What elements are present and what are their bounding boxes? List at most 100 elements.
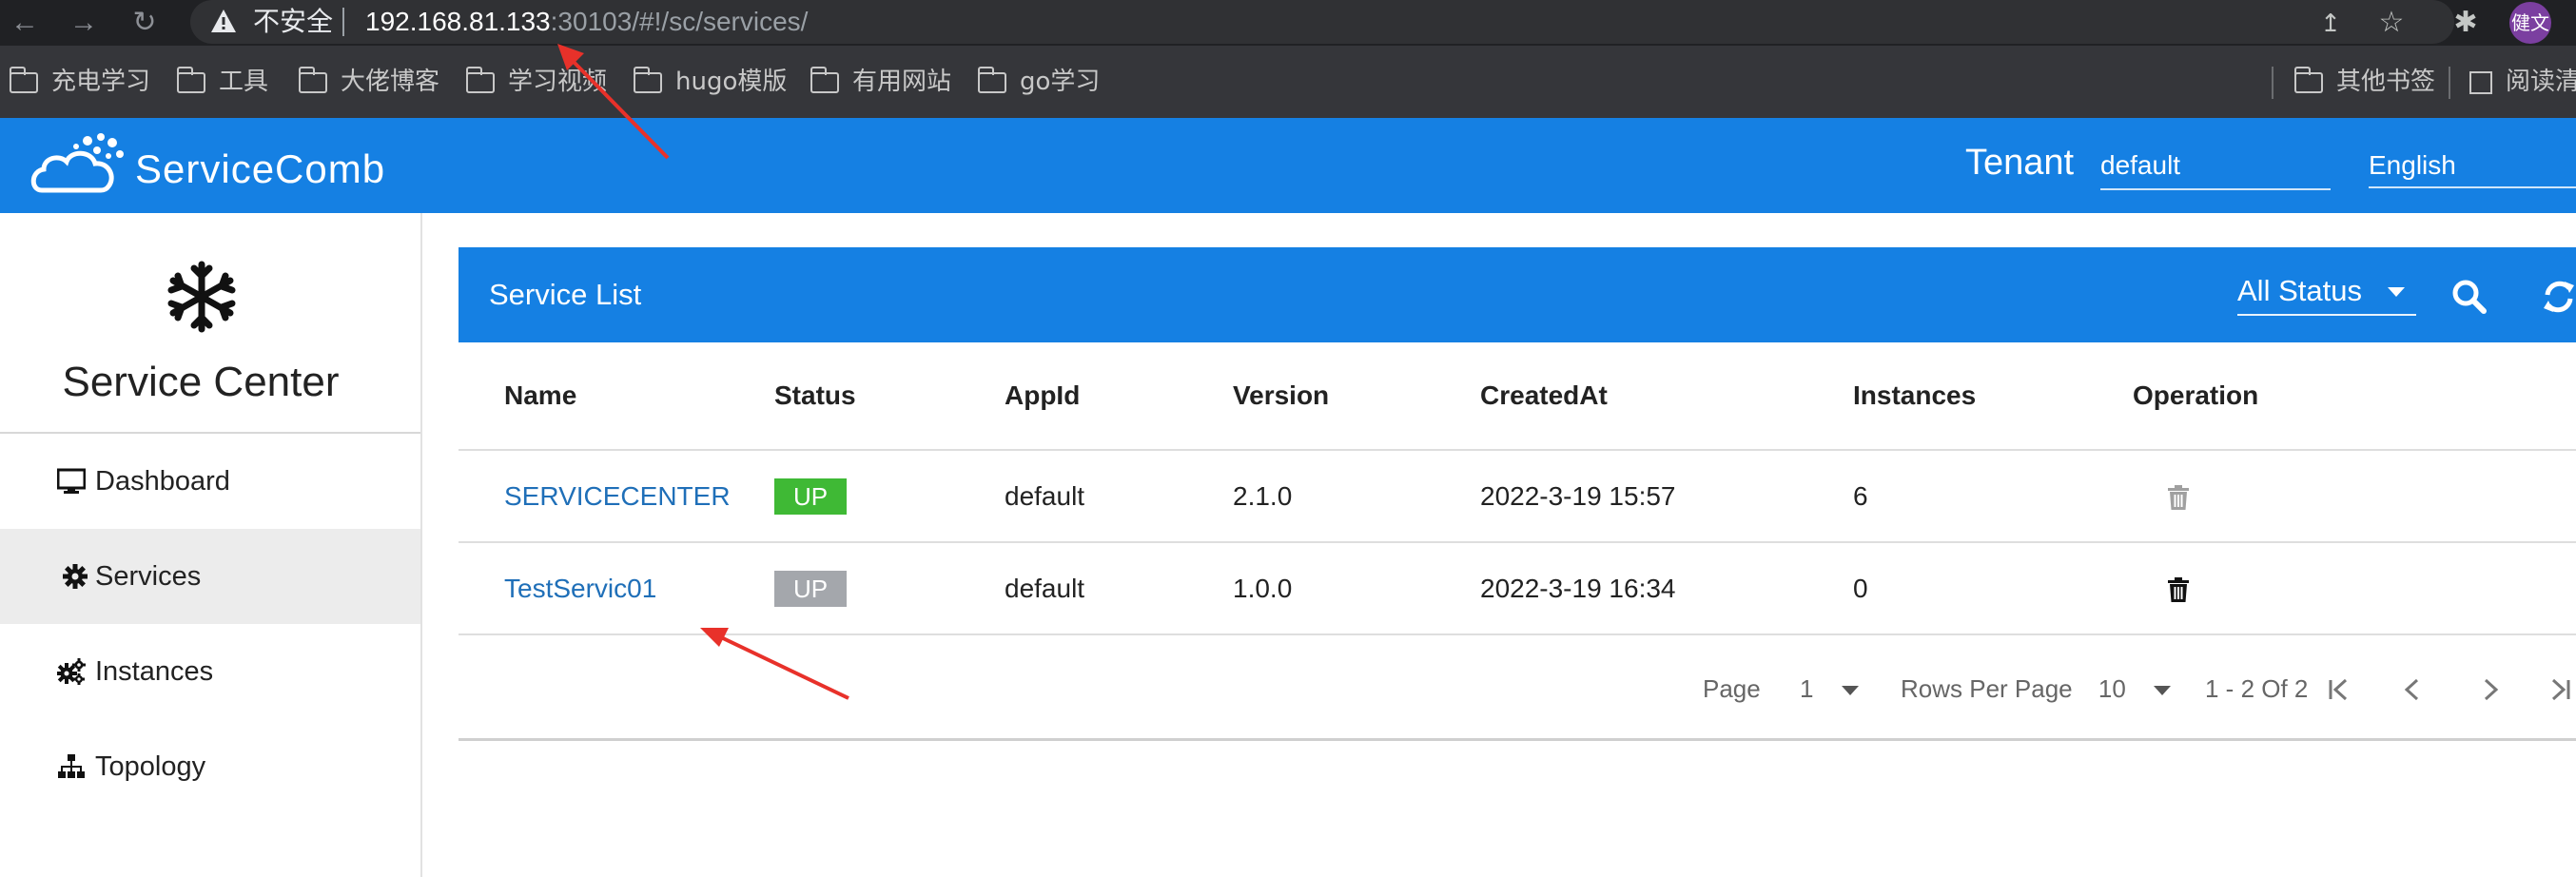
language-select[interactable]: English: [2369, 143, 2576, 188]
bookmark-divider: [2449, 67, 2450, 99]
warning-icon: [211, 10, 236, 32]
sidebar-title: Service Center: [62, 359, 340, 405]
folder-icon: [978, 66, 1006, 93]
bookmark-folder[interactable]: 学习视频: [466, 65, 607, 99]
version-cell: 1.0.0: [1233, 542, 1480, 635]
service-name-link[interactable]: SERVICECENTER: [504, 481, 731, 511]
security-label: 不安全: [253, 6, 334, 37]
rows-per-page-value: 10: [2098, 674, 2126, 703]
forward-icon[interactable]: →: [67, 6, 101, 40]
trash-icon: [2168, 485, 2189, 511]
sidebar-item-label: Services: [95, 561, 202, 592]
other-bookmarks[interactable]: 其他书签: [2294, 65, 2435, 99]
column-header-appid[interactable]: AppId: [1005, 342, 1233, 451]
rows-per-page-selector[interactable]: Rows Per Page 10: [1901, 670, 2172, 708]
appid-cell: default: [1005, 542, 1233, 635]
reading-list[interactable]: 阅读清: [2469, 65, 2576, 99]
status-filter-value: All Status: [2237, 274, 2362, 307]
status-filter-select[interactable]: All Status: [2237, 272, 2416, 316]
column-header-status[interactable]: Status: [774, 342, 1005, 451]
language-value: English: [2369, 150, 2456, 180]
column-header-name[interactable]: Name: [459, 342, 774, 451]
createdat-cell: 2022-3-19 15:57: [1480, 450, 1853, 543]
address-divider: [342, 8, 344, 36]
service-table: Name Status AppId Version CreatedAt Inst…: [459, 342, 2576, 635]
sidebar-item-dashboard[interactable]: Dashboard: [0, 434, 420, 529]
extensions-icon[interactable]: ✱: [2449, 6, 2483, 40]
first-page-icon[interactable]: [2323, 673, 2355, 706]
table-header-row: Name Status AppId Version CreatedAt Inst…: [459, 342, 2576, 451]
gear-icon: [63, 564, 88, 589]
appid-cell: default: [1005, 450, 1233, 543]
share-icon[interactable]: ↥: [2313, 6, 2348, 40]
folder-icon: [810, 66, 839, 93]
panel-title: Service List: [489, 278, 642, 311]
logo-text: ServiceComb: [135, 146, 386, 191]
tenant-label: Tenant: [1965, 143, 2075, 183]
table-row: SERVICECENTER UP default 2.1.0 2022-3-19…: [459, 450, 2576, 543]
status-badge: UP: [774, 570, 848, 607]
bookmark-label: hugo模版: [675, 68, 788, 96]
instances-cell: 6: [1853, 450, 2133, 543]
bookmark-folder[interactable]: 充电学习: [10, 65, 150, 99]
bookmark-folder[interactable]: 有用网站: [810, 65, 951, 99]
pagination-bar: Page 1 Rows Per Page 10 1 - 2 Of 2: [459, 643, 2576, 741]
chevron-down-icon: [2388, 287, 2405, 297]
bookmark-label: 学习视频: [508, 68, 608, 96]
back-icon[interactable]: ←: [8, 6, 42, 40]
bookmark-label: 充电学习: [51, 68, 151, 96]
column-header-version[interactable]: Version: [1233, 342, 1480, 451]
url-path: :30103/#!/sc/services/: [550, 7, 809, 36]
sidebar-item-label: Topology: [95, 751, 206, 782]
bookmark-label: go学习: [1020, 68, 1101, 96]
chevron-down-icon: [2154, 686, 2172, 696]
column-header-instances[interactable]: Instances: [1853, 342, 2133, 451]
sidebar-item-label: Instances: [95, 656, 214, 687]
bookmark-folder[interactable]: hugo模版: [634, 65, 787, 99]
snowflake-icon: [167, 261, 236, 333]
next-page-icon[interactable]: [2473, 673, 2506, 706]
bookmark-label: 大佬博客: [341, 68, 440, 96]
sidebar-item-services[interactable]: Services: [0, 529, 420, 624]
star-icon[interactable]: ☆: [2374, 6, 2409, 40]
rows-per-page-label: Rows Per Page: [1901, 674, 2073, 703]
previous-page-icon[interactable]: [2397, 673, 2430, 706]
column-header-createdat[interactable]: CreatedAt: [1480, 342, 1853, 451]
trash-icon[interactable]: [2167, 576, 2190, 603]
gears-icon: [57, 658, 86, 685]
column-header-operation: Operation: [2133, 342, 2576, 451]
sidebar-item-topology[interactable]: Topology: [0, 719, 420, 814]
servicecomb-logo[interactable]: ServiceComb: [29, 129, 384, 205]
table-row: TestServic01 UP default 1.0.0 2022-3-19 …: [459, 542, 2576, 635]
range-text: 1 - 2 Of 2: [2205, 674, 2309, 703]
tenant-input[interactable]: [2100, 143, 2331, 190]
folder-icon: [466, 66, 495, 93]
last-page-icon[interactable]: [2544, 673, 2576, 706]
bookmark-folder[interactable]: 工具: [177, 65, 268, 99]
service-name-link[interactable]: TestServic01: [504, 574, 656, 603]
reading-list-icon: [2469, 70, 2492, 94]
refresh-icon[interactable]: [2540, 278, 2576, 316]
sidebar-item-instances[interactable]: Instances: [0, 624, 420, 719]
folder-icon: [299, 66, 327, 93]
bookmark-label: 工具: [219, 68, 269, 96]
bookmark-folder[interactable]: go学习: [978, 65, 1100, 99]
folder-icon: [10, 66, 38, 93]
reload-icon[interactable]: ↻: [127, 6, 162, 40]
sitemap-icon: [58, 754, 85, 778]
url-text[interactable]: 192.168.81.133:30103/#!/sc/services/: [365, 6, 808, 38]
folder-icon: [634, 66, 662, 93]
page-selector[interactable]: Page 1: [1703, 670, 1859, 708]
status-badge: UP: [774, 477, 848, 515]
profile-avatar[interactable]: 健文: [2509, 2, 2551, 44]
sidebar: Service Center Dashboard Services Instan…: [0, 213, 422, 877]
bookmark-label: 有用网站: [852, 68, 952, 96]
address-bar[interactable]: 不安全 192.168.81.133:30103/#!/sc/services/: [190, 0, 2454, 44]
search-icon[interactable]: [2450, 278, 2488, 316]
instances-cell: 0: [1853, 542, 2133, 635]
monitor-icon: [57, 468, 86, 494]
folder-icon: [2294, 66, 2323, 93]
page-value: 1: [1799, 674, 1814, 703]
bookmark-folder[interactable]: 大佬博客: [299, 65, 439, 99]
version-cell: 2.1.0: [1233, 450, 1480, 543]
